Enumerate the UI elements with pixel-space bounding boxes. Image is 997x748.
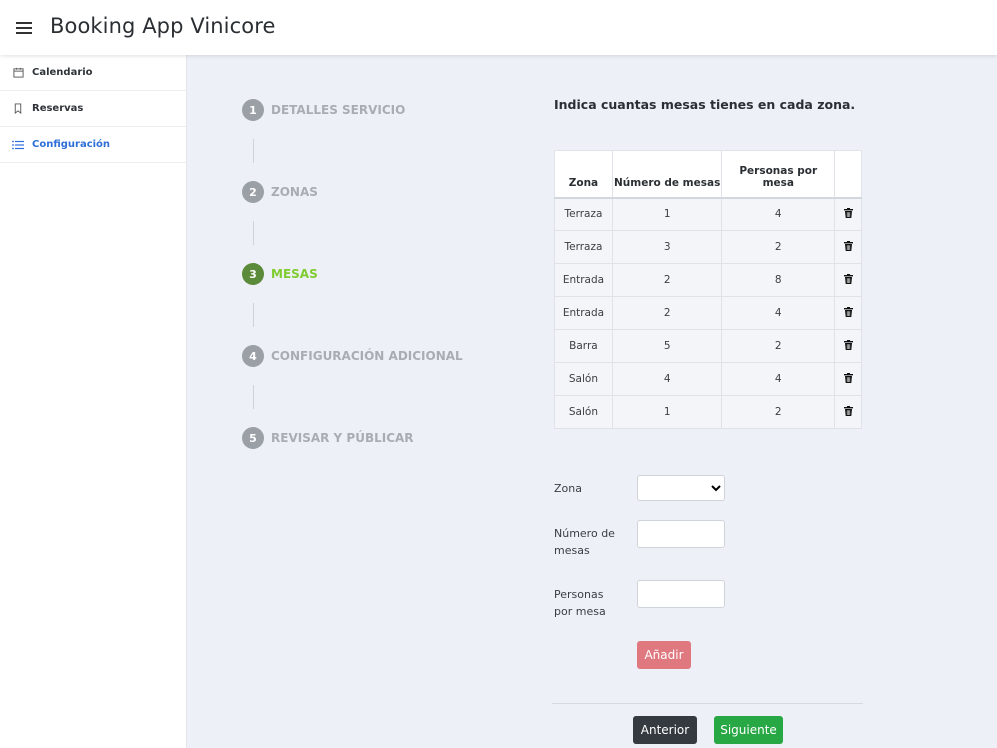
step-label: MESAS	[271, 267, 318, 281]
cell-numero-mesas: 2	[611, 296, 723, 330]
personas-mesa-input[interactable]	[637, 580, 725, 608]
step-connector	[253, 139, 254, 163]
numero-mesas-input[interactable]	[637, 520, 725, 548]
column-header-zona: Zona	[554, 150, 613, 199]
cell-actions	[834, 395, 862, 429]
step-label: ZONAS	[271, 185, 318, 199]
cell-personas-mesa: 4	[721, 296, 836, 330]
previous-button[interactable]: Anterior	[633, 716, 697, 744]
sidebar-item-label: Configuración	[32, 139, 111, 150]
cell-zona: Salón	[554, 362, 613, 396]
cell-zona: Entrada	[554, 263, 613, 297]
step-label: DETALLES SERVICIO	[271, 103, 406, 117]
column-header-actions	[834, 150, 862, 199]
trash-icon[interactable]	[843, 372, 853, 386]
cell-zona: Salón	[554, 395, 613, 429]
step-connector	[253, 385, 254, 409]
cell-zona: Terraza	[554, 197, 613, 231]
step-mesas[interactable]: 3 MESAS	[242, 263, 463, 285]
cell-zona: Terraza	[554, 230, 613, 264]
menu-icon[interactable]	[16, 22, 32, 34]
cell-actions	[834, 329, 862, 363]
cell-personas-mesa: 8	[721, 263, 836, 297]
step-number: 5	[242, 427, 264, 449]
cell-actions	[834, 296, 862, 330]
sidebar-item-label: Calendario	[32, 67, 93, 78]
app-title: Booking App Vinicore	[50, 14, 276, 38]
table-row: Entrada 2 4	[554, 296, 862, 330]
table-row: Terraza 3 2	[554, 230, 862, 264]
zona-label: Zona	[554, 482, 582, 495]
zona-select[interactable]	[637, 475, 725, 501]
wizard-steps: 1 DETALLES SERVICIO 2 ZONAS 3 MESAS 4 CO…	[242, 99, 463, 449]
cell-numero-mesas: 5	[611, 329, 723, 363]
table-row: Salón 1 2	[554, 395, 862, 429]
table-row: Salón 4 4	[554, 362, 862, 396]
column-header-numero-mesas: Número de mesas	[611, 150, 723, 199]
list-icon	[12, 139, 24, 151]
step-number: 2	[242, 181, 264, 203]
cell-personas-mesa: 2	[721, 395, 836, 429]
trash-icon[interactable]	[843, 240, 853, 254]
cell-actions	[834, 263, 862, 297]
page-question: Indica cuantas mesas tienes en cada zona…	[554, 97, 856, 112]
trash-icon[interactable]	[843, 339, 853, 353]
step-configuracion-adicional[interactable]: 4 CONFIGURACIÓN ADICIONAL	[242, 345, 463, 367]
cell-personas-mesa: 2	[721, 230, 836, 264]
top-bar: Booking App Vinicore	[0, 0, 997, 55]
table-header-row: Zona Número de mesas Personas por mesa	[554, 150, 862, 199]
step-number: 3	[242, 263, 264, 285]
bookmark-icon	[12, 103, 24, 115]
cell-actions	[834, 230, 862, 264]
step-number: 4	[242, 345, 264, 367]
cell-numero-mesas: 1	[611, 395, 723, 429]
column-header-personas-mesa: Personas por mesa	[721, 150, 836, 199]
cell-numero-mesas: 3	[611, 230, 723, 264]
sidebar: Calendario Reservas Configuración	[0, 55, 187, 748]
cell-numero-mesas: 2	[611, 263, 723, 297]
cell-actions	[834, 197, 862, 231]
trash-icon[interactable]	[843, 306, 853, 320]
table-body: Terraza 1 4 Terraza 3 2 Entrada 2 8 Entrada 2 4 Barr…	[554, 197, 862, 429]
step-connector	[253, 221, 254, 245]
personas-mesa-label: Personas por mesa	[554, 588, 606, 618]
sidebar-item-calendario[interactable]: Calendario	[0, 55, 186, 91]
step-label: CONFIGURACIÓN ADICIONAL	[271, 349, 463, 363]
cell-numero-mesas: 4	[611, 362, 723, 396]
calendar-icon	[12, 67, 24, 79]
cell-personas-mesa: 4	[721, 197, 836, 231]
add-button[interactable]: Añadir	[637, 641, 691, 669]
sidebar-item-configuracion[interactable]: Configuración	[0, 127, 186, 163]
sidebar-item-reservas[interactable]: Reservas	[0, 91, 186, 127]
trash-icon[interactable]	[843, 207, 853, 221]
step-connector	[253, 303, 254, 327]
table-row: Terraza 1 4	[554, 197, 862, 231]
step-revisar-publicar[interactable]: 5 REVISAR Y PÚBLICAR	[242, 427, 463, 449]
cell-zona: Entrada	[554, 296, 613, 330]
divider	[552, 703, 863, 704]
cell-actions	[834, 362, 862, 396]
numero-mesas-label: Número de mesas	[554, 527, 615, 557]
cell-numero-mesas: 1	[611, 197, 723, 231]
trash-icon[interactable]	[843, 273, 853, 287]
step-label: REVISAR Y PÚBLICAR	[271, 431, 414, 445]
step-detalles-servicio[interactable]: 1 DETALLES SERVICIO	[242, 99, 463, 121]
sidebar-item-label: Reservas	[32, 103, 84, 114]
cell-zona: Barra	[554, 329, 613, 363]
step-number: 1	[242, 99, 264, 121]
cell-personas-mesa: 4	[721, 362, 836, 396]
table-row: Barra 5 2	[554, 329, 862, 363]
tables-per-zone-table: Zona Número de mesas Personas por mesa T…	[554, 150, 862, 429]
next-button[interactable]: Siguiente	[714, 716, 783, 744]
trash-icon[interactable]	[843, 405, 853, 419]
table-row: Entrada 2 8	[554, 263, 862, 297]
step-zonas[interactable]: 2 ZONAS	[242, 181, 463, 203]
cell-personas-mesa: 2	[721, 329, 836, 363]
